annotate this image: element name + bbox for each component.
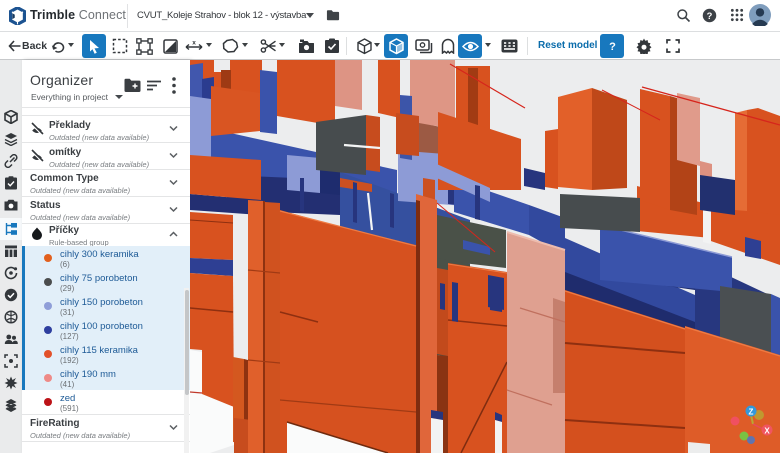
- svg-text:x: x: [192, 40, 196, 47]
- svg-text:Z: Z: [749, 408, 754, 417]
- svg-text:?: ?: [707, 11, 713, 21]
- svg-text:X: X: [764, 427, 770, 436]
- svg-text:?: ?: [609, 41, 616, 53]
